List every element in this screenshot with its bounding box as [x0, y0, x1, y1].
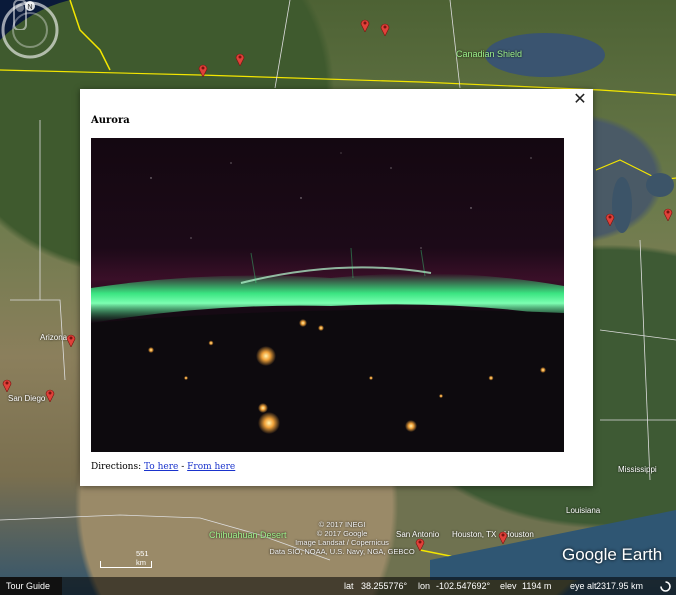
zoom-slider-icon[interactable]: [0, 0, 40, 30]
tour-guide-button[interactable]: Tour Guide: [0, 577, 62, 595]
placemark-pin-icon[interactable]: [66, 333, 76, 347]
place-label: Arizona: [40, 333, 68, 342]
close-icon[interactable]: ✕: [571, 91, 589, 109]
directions-separator: -: [181, 462, 185, 472]
loading-spinner-icon: [660, 581, 671, 592]
scale-bar: 551 km: [100, 549, 152, 569]
placemark-pin-icon[interactable]: [605, 212, 615, 226]
place-label: Mississippi: [618, 465, 657, 474]
place-label: Houston, TX: [452, 530, 497, 539]
place-label: San Diego: [8, 394, 46, 403]
aurora-photo: [91, 138, 564, 452]
aurora-photo-graphic: [91, 138, 564, 452]
status-bar: Tour Guide lat 38.255776° lon -102.54769…: [0, 577, 676, 595]
elev-value: 1194 m: [522, 581, 552, 591]
to-here-link[interactable]: To here: [144, 462, 178, 472]
lat-label: lat: [344, 581, 354, 591]
lon-value: -102.547692°: [436, 581, 491, 591]
balloon-title: Aurora: [91, 115, 130, 126]
placemark-pin-icon[interactable]: [498, 530, 508, 544]
eye-alt-label: eye alt: [570, 581, 597, 591]
lat-value: 38.255776°: [361, 581, 408, 591]
placemark-pin-icon[interactable]: [235, 52, 245, 66]
placemark-pin-icon[interactable]: [380, 22, 390, 36]
directions-label: Directions:: [91, 462, 142, 472]
elev-label: elev: [500, 581, 517, 591]
google-earth-logo: Google Earth: [562, 545, 663, 564]
from-here-link[interactable]: From here: [187, 462, 235, 472]
map-attribution: © 2017 INEGI © 2017 Google Image Landsat…: [269, 520, 415, 556]
placemark-pin-icon[interactable]: [198, 63, 208, 77]
placemark-pin-icon[interactable]: [360, 18, 370, 32]
placemark-pin-icon[interactable]: [663, 207, 673, 221]
placemark-balloon: ✕ Aurora Directions: To here - From here: [80, 89, 593, 486]
place-label: Canadian Shield: [456, 49, 523, 59]
placemark-pin-icon[interactable]: [2, 378, 12, 392]
directions-line: Directions: To here - From here: [91, 462, 235, 472]
placemark-pin-icon[interactable]: [45, 388, 55, 402]
lon-label: lon: [418, 581, 431, 591]
eye-alt-value: 2317.95 km: [596, 581, 644, 591]
place-label: Houston: [504, 530, 534, 539]
place-label: Louisiana: [566, 506, 601, 515]
